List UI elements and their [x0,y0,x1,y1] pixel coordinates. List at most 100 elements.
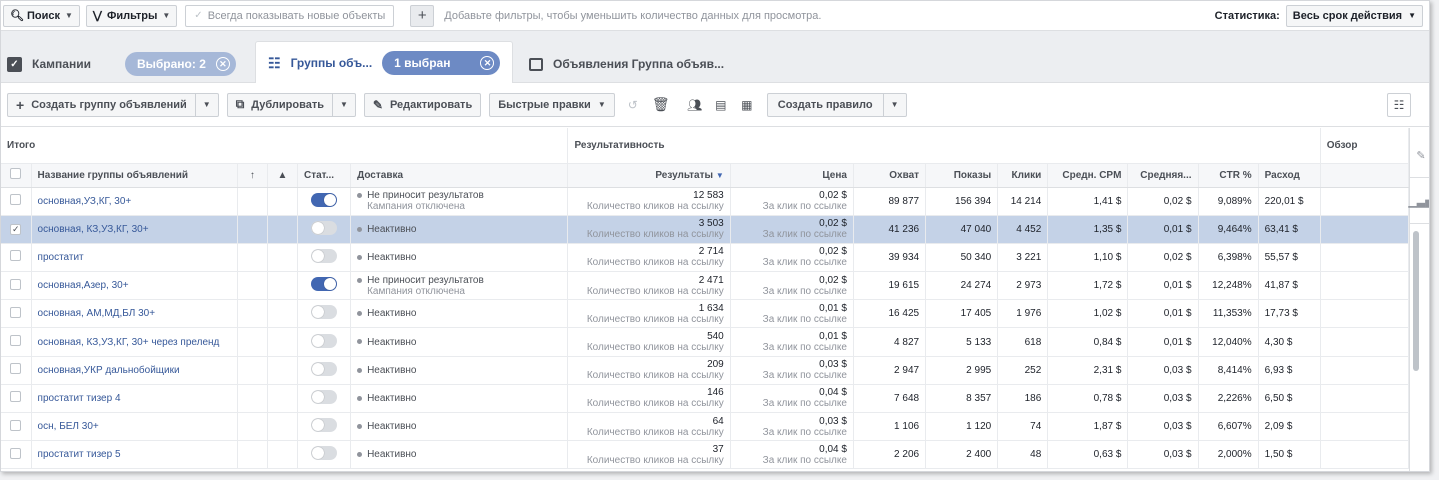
chart-panel-icon[interactable]: ▁▃▅ [1408,180,1429,224]
table-row[interactable]: основная, КЗ,УЗ,КГ, 30+ через преленд Неа… [1,327,1409,357]
ad-icon [529,57,543,71]
adset-name-link[interactable]: простатит тизер 5 [31,440,238,470]
col-cpm[interactable]: Средн. CPM [1047,163,1129,188]
duplicate-dropdown[interactable]: ▼ [332,92,356,117]
table-row[interactable]: основная,УКР дальнобойщики Неактивно 209 Ко… [1,356,1409,385]
adsets-table: Итого Результативность Обзор Название гр… [1,128,1409,471]
create-rule-dropdown[interactable]: ▼ [883,92,907,117]
close-icon[interactable]: ✕ [480,56,495,70]
cpm-cell: 2,31 $ [1047,356,1129,385]
create-adset-button[interactable]: + Создать группу объявлений [7,92,196,117]
audience-icon[interactable]: 👥︎ [683,93,707,117]
table-row[interactable]: простатит Неактивно 2 714 Количество кликов… [1,243,1409,273]
cpm-cell: 0,84 $ [1047,327,1129,357]
col-avg[interactable]: Средняя... [1127,163,1199,188]
vertical-scrollbar[interactable] [1413,231,1419,371]
col-delivery[interactable]: Доставка [350,163,569,188]
spend-cell: 2,09 $ [1258,412,1321,442]
adset-name-link[interactable]: простатит тизер 4 [31,384,238,414]
col-price[interactable]: Цена [730,163,854,188]
col-results[interactable]: Результаты ▼ [567,163,731,188]
delivery-cell: Неактивно [350,299,569,329]
row-checkbox[interactable] [1,271,32,301]
adset-name-link[interactable]: основная, КЗ,УЗ,КГ, 30+ через преленд [31,327,238,357]
adset-name-link[interactable]: основная,Азер, 30+ [31,271,238,301]
adset-name-link[interactable]: основная,УКР дальнобойщики [31,356,238,385]
row-checkbox[interactable] [1,187,32,216]
columns-settings-icon[interactable]: ☷ [1387,92,1411,117]
clicks-cell: 14 214 [997,187,1049,216]
table-row[interactable]: основная,УЗ,КГ, 30+ Не приносит результат… [1,187,1409,216]
edit-panel-pencil-icon[interactable]: ✎ [1410,134,1429,178]
status-toggle[interactable] [297,187,352,216]
preview-icon[interactable]: ▤ [709,93,733,117]
row-checkbox[interactable] [1,440,32,470]
tab-adsets[interactable]: ☷ Группы объ... 1 выбран ✕ [255,41,513,84]
create-adset-dropdown[interactable]: ▼ [195,92,219,117]
col-reach[interactable]: Охват [853,163,927,188]
row-checkbox[interactable] [1,356,32,385]
edit-button[interactable]: ✎ Редактировать [363,92,482,117]
clicks-cell: 1 976 [997,299,1049,329]
col-ctr[interactable]: CTR % [1198,163,1259,188]
status-toggle[interactable] [297,384,352,414]
col-status[interactable]: Стат... [297,163,352,188]
duplicate-button[interactable]: ⧉ Дублировать [226,92,333,117]
col-name[interactable]: Название группы объявлений [31,163,238,188]
quick-edit-button[interactable]: Быстрые правки ▼ [489,92,615,117]
tab-ads[interactable]: Объявления Группа объяв... [521,45,781,83]
row-checkbox[interactable] [1,299,32,329]
spend-cell: 63,41 $ [1258,215,1321,244]
adset-name-link[interactable]: основная,УЗ,КГ, 30+ [31,187,238,216]
row-checkbox[interactable] [1,327,32,357]
row-checkbox[interactable] [1,243,32,273]
status-toggle[interactable] [297,215,352,244]
status-toggle[interactable] [297,243,352,273]
add-filter-button[interactable]: + [410,4,435,27]
row-checkbox[interactable] [1,384,32,414]
create-rule-button[interactable]: Создать правило [766,92,884,117]
adset-name-link[interactable]: осн, БЕЛ 30+ [31,412,238,442]
table-row[interactable]: основная,Азер, 30+ Не приносит результато… [1,271,1409,301]
warning-icon: ▲ [267,163,299,188]
close-icon[interactable]: ✕ [215,57,230,71]
impressions-cell: 156 394 [925,187,999,216]
col-clicks[interactable]: Клики [997,163,1049,188]
status-toggle[interactable] [297,271,352,301]
sort-arrow-icon[interactable]: ↑ [237,163,268,188]
report-icon[interactable]: ▦ [735,93,759,117]
row-checkbox[interactable] [1,412,32,442]
table-row[interactable]: простатит тизер 5 Неактивно 37 Количество к… [1,440,1409,470]
impressions-cell: 17 405 [925,299,999,329]
period-dropdown[interactable]: Весь срок действия ▼ [1285,4,1423,27]
col-spend[interactable]: Расход [1258,163,1321,188]
status-toggle[interactable] [297,327,352,357]
status-toggle[interactable] [297,412,352,442]
status-toggle[interactable] [297,356,352,385]
adset-name-link[interactable]: основная, КЗ,УЗ,КГ, 30+ [31,215,238,244]
table-row[interactable]: осн, БЕЛ 30+ Неактивно 64 Количество кликов… [1,412,1409,442]
filters-button[interactable]: ⋁ Фильтры ▼ [85,4,178,27]
tab-campaigns[interactable]: ✓ Кампании Выбрано: 2 ✕ [7,45,251,83]
row-checkbox[interactable]: ✓ [1,215,32,244]
select-all-checkbox[interactable] [1,163,32,188]
price-cell: 0,01 $ За клик по ссылке [730,327,854,357]
spend-cell: 6,93 $ [1258,356,1321,385]
trash-icon[interactable]: 🗑︎ [649,93,673,117]
table-row[interactable]: простатит тизер 4 Неактивно 146 Количество … [1,384,1409,414]
table-row[interactable]: основная, АМ,МД,БЛ 30+ Неактивно 1 634 Коли… [1,299,1409,329]
always-show-new-toggle[interactable]: ✓ Всегда показывать новые объекты [185,4,395,27]
status-toggle[interactable] [297,299,352,329]
undo-icon[interactable]: ↺ [621,93,645,117]
search-button[interactable]: 🔍︎ Поиск ▼ [3,4,80,27]
adset-name-link[interactable]: основная, АМ,МД,БЛ 30+ [31,299,238,329]
adset-name-link[interactable]: простатит [31,243,238,273]
search-icon: 🔍︎ [10,10,24,22]
impressions-cell: 50 340 [925,243,999,273]
col-impressions[interactable]: Показы [925,163,999,188]
campaigns-selected-pill[interactable]: Выбрано: 2 ✕ [124,52,236,76]
reach-cell: 2 206 [853,440,927,470]
table-row[interactable]: ✓ основная, КЗ,УЗ,КГ, 30+ Неактивно 3 503 Ко… [1,215,1409,244]
status-toggle[interactable] [297,440,352,470]
adsets-selected-pill[interactable]: 1 выбран ✕ [382,51,501,75]
